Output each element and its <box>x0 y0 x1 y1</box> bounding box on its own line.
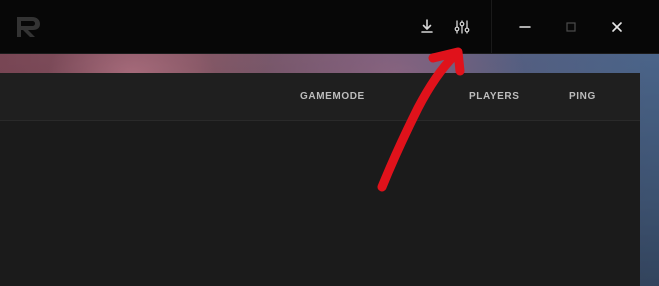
column-players[interactable]: PLAYERS <box>469 91 520 102</box>
minimize-icon <box>519 26 531 28</box>
column-ping[interactable]: PING <box>569 91 596 102</box>
titlebar-divider <box>491 0 492 53</box>
app-logo-mark <box>17 17 40 37</box>
server-list-panel: GAMEMODE PLAYERS PING <box>0 73 640 286</box>
sliders-icon <box>454 20 470 34</box>
server-list-body <box>0 121 640 286</box>
app-logo <box>14 15 42 39</box>
server-list-header: GAMEMODE PLAYERS PING <box>0 73 640 121</box>
download-button[interactable] <box>415 15 439 39</box>
titlebar-actions <box>411 14 491 40</box>
title-bar <box>0 0 659 54</box>
background-edge <box>640 53 659 286</box>
close-icon <box>612 22 622 32</box>
minimize-button[interactable] <box>510 14 540 40</box>
maximize-icon <box>566 22 576 32</box>
close-button[interactable] <box>602 14 632 40</box>
window-controls <box>507 14 647 40</box>
settings-button[interactable] <box>450 15 474 39</box>
app-window: GAMEMODE PLAYERS PING <box>0 0 659 286</box>
download-icon <box>421 19 433 33</box>
column-gamemode[interactable]: GAMEMODE <box>300 91 365 102</box>
maximize-button[interactable] <box>556 14 586 40</box>
